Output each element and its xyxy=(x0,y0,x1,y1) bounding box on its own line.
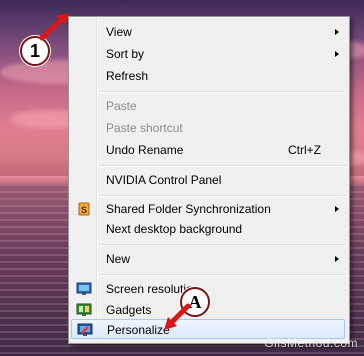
menu-item-refresh[interactable]: Refresh xyxy=(71,66,345,86)
menu-item-undo-rename[interactable]: Undo Rename Ctrl+Z xyxy=(71,140,345,160)
menu-item-new[interactable]: New xyxy=(71,249,345,269)
menu-item-sort-by[interactable]: Sort by xyxy=(71,44,345,64)
menu-separator xyxy=(99,195,347,197)
menu-item-view[interactable]: View xyxy=(71,22,345,42)
submenu-arrow-icon xyxy=(335,256,339,262)
watermark-text: GilsMethod.com xyxy=(264,336,358,350)
menu-item-shortcut: Ctrl+Z xyxy=(288,143,321,157)
desktop-context-menu: View Sort by Refresh Paste Paste shortcu… xyxy=(68,16,350,344)
submenu-arrow-icon xyxy=(335,29,339,35)
submenu-arrow-icon xyxy=(335,51,339,57)
menu-item-label: Refresh xyxy=(106,69,149,83)
menu-item-nvidia-control-panel[interactable]: NVIDIA Control Panel xyxy=(71,170,345,190)
shared-folder-sync-icon: S xyxy=(76,201,92,217)
menu-item-label: View xyxy=(106,25,132,39)
menu-item-label: Sort by xyxy=(106,47,145,61)
menu-item-label: Gadgets xyxy=(106,303,152,317)
menu-item-label: Next desktop background xyxy=(106,222,243,236)
menu-item-label: NVIDIA Control Panel xyxy=(106,173,222,187)
annotation-arrow-icon xyxy=(164,303,191,330)
gadgets-icon xyxy=(76,302,92,318)
personalize-icon xyxy=(77,322,93,338)
menu-separator xyxy=(99,165,347,167)
menu-separator xyxy=(99,244,347,246)
submenu-arrow-icon xyxy=(335,206,339,212)
menu-separator xyxy=(99,91,347,93)
menu-item-next-desktop-background[interactable]: Next desktop background xyxy=(71,219,345,239)
menu-separator xyxy=(99,274,347,276)
menu-item-paste-shortcut[interactable]: Paste shortcut xyxy=(71,118,345,138)
menu-item-shared-folder-sync[interactable]: S Shared Folder Synchronization xyxy=(71,199,345,219)
annotation-arrow-icon xyxy=(39,13,69,41)
menu-item-label: Shared Folder Synchronization xyxy=(106,202,271,216)
menu-item-label: Paste shortcut xyxy=(106,121,183,135)
screen-resolution-icon xyxy=(76,281,92,297)
menu-item-label: Undo Rename xyxy=(106,143,184,157)
menu-item-label: Paste xyxy=(106,99,137,113)
menu-item-label: New xyxy=(106,252,131,266)
svg-text:S: S xyxy=(81,205,87,215)
menu-item-paste[interactable]: Paste xyxy=(71,96,345,116)
